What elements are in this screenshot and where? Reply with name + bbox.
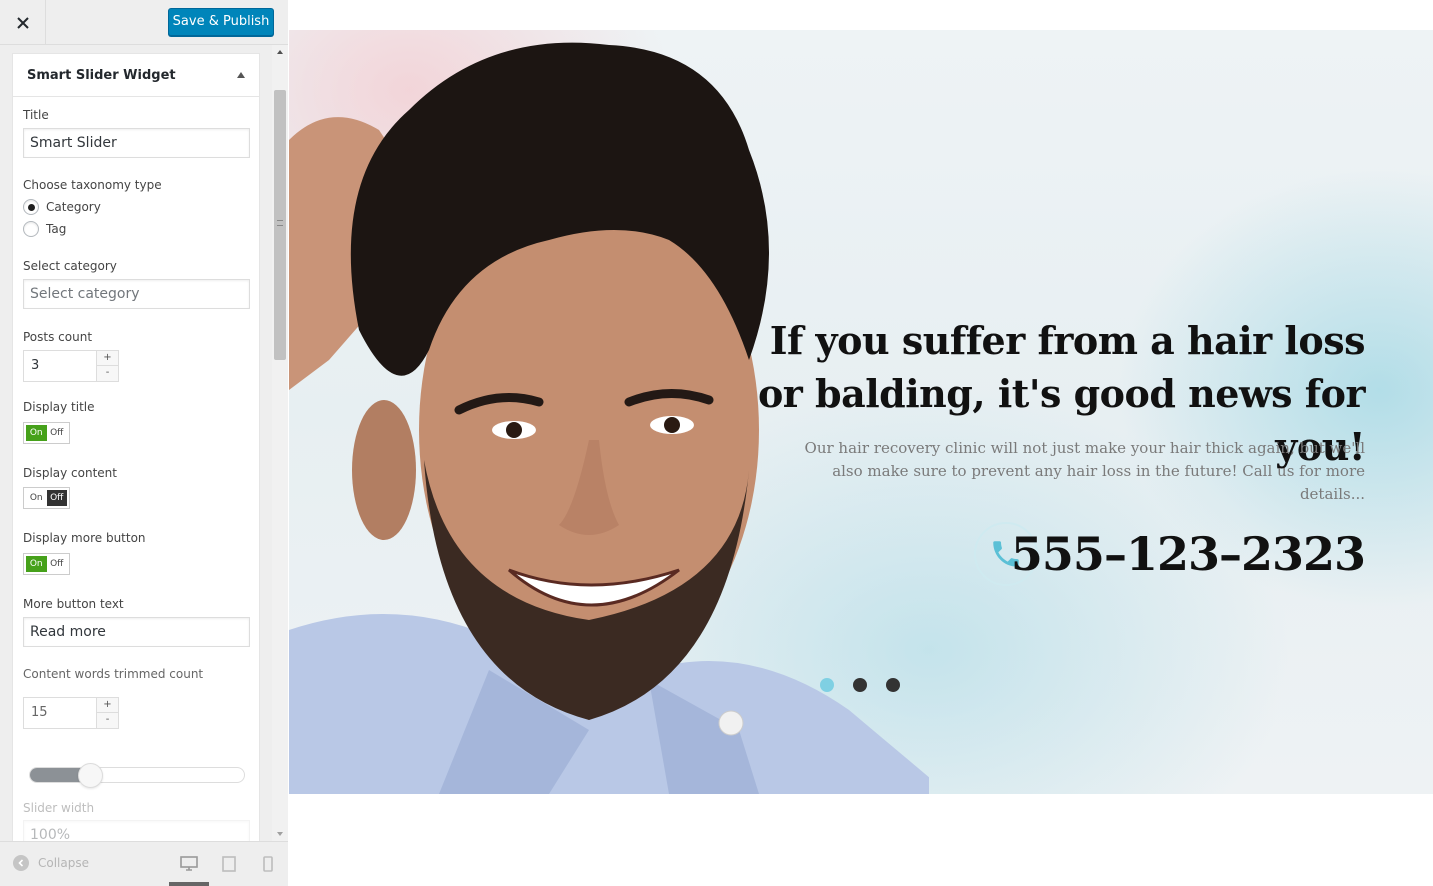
display-more-label: Display more button (23, 531, 146, 545)
display-content-toggle[interactable]: On Off (23, 487, 70, 509)
close-button[interactable] (0, 0, 46, 45)
mobile-icon[interactable] (259, 855, 277, 873)
smart-slider-widget: Smart Slider Widget Title Smart Slider C… (12, 53, 260, 841)
panel-footer: Collapse (0, 841, 288, 886)
display-content-label: Display content (23, 466, 117, 480)
hero-slide: If you suffer from a hair loss or baldin… (289, 30, 1433, 794)
category-select[interactable]: Select category (23, 279, 250, 309)
radio-tag[interactable]: Tag (23, 221, 66, 237)
panel-scroll-area: Smart Slider Widget Title Smart Slider C… (0, 45, 272, 841)
radio-button[interactable] (23, 199, 39, 215)
toggle-on: On (29, 493, 43, 503)
increment-button[interactable]: + (97, 351, 118, 366)
save-publish-button[interactable]: Save & Publish (168, 8, 274, 36)
toggle-off: Off (50, 428, 64, 438)
widget-title-bar[interactable]: Smart Slider Widget (13, 54, 259, 97)
phone-number: 555–123–2323 (1010, 527, 1366, 581)
title-label: Title (23, 108, 49, 122)
trim-count-value: 15 (31, 705, 48, 720)
display-title-label: Display title (23, 400, 95, 414)
posts-count-value: 3 (31, 358, 40, 373)
scroll-up-arrow-icon[interactable] (277, 50, 283, 54)
active-device-indicator (169, 882, 209, 886)
taxonomy-label: Choose taxonomy type (23, 178, 162, 192)
collapse-icon (13, 855, 29, 871)
slider-dot-1[interactable] (820, 678, 834, 692)
panel-header: Save & Publish (0, 0, 288, 45)
panel-scrollbar[interactable] (272, 45, 288, 841)
more-text-label: More button text (23, 597, 124, 611)
toggle-off: Off (50, 559, 64, 569)
spin-buttons: + - (96, 698, 118, 728)
slide-subtext: Our hair recovery clinic will not just m… (804, 439, 1365, 503)
scroll-grip-icon (277, 220, 283, 226)
collapse-label: Collapse (38, 856, 89, 870)
slider-width-input[interactable]: 100% (23, 820, 250, 841)
toggle-off: Off (46, 490, 67, 506)
scroll-down-arrow-icon[interactable] (277, 832, 283, 836)
range-handle[interactable] (78, 763, 103, 788)
toggle-on: On (26, 556, 47, 572)
increment-button[interactable]: + (97, 698, 118, 713)
collapse-arrow-icon[interactable] (237, 72, 245, 78)
category-label: Select category (23, 259, 117, 273)
slider-width-label: Slider width (23, 801, 95, 815)
slider-dot-2[interactable] (853, 678, 867, 692)
toggle-on: On (26, 425, 47, 441)
title-input[interactable]: Smart Slider (23, 128, 250, 158)
spin-buttons: + - (96, 351, 118, 381)
decrement-button[interactable]: - (97, 366, 118, 381)
posts-count-stepper[interactable]: 3 + - (23, 350, 119, 382)
widget-title: Smart Slider Widget (27, 67, 176, 83)
posts-count-label: Posts count (23, 330, 93, 344)
display-title-toggle[interactable]: On Off (23, 422, 70, 444)
radio-tag-label: Tag (46, 222, 67, 236)
close-icon (16, 16, 29, 29)
radio-category[interactable]: Category (23, 199, 101, 215)
site-preview: If you suffer from a hair loss or baldin… (289, 0, 1433, 886)
radio-category-label: Category (46, 200, 101, 214)
decrement-button[interactable]: - (97, 713, 118, 728)
more-text-input[interactable]: Read more (23, 617, 250, 647)
desktop-icon[interactable] (180, 855, 198, 873)
slider-dot-3[interactable] (886, 678, 900, 692)
display-more-toggle[interactable]: On Off (23, 553, 70, 575)
scroll-thumb[interactable] (274, 90, 286, 360)
collapse-button[interactable]: Collapse (13, 855, 89, 871)
trim-count-stepper[interactable]: 15 + - (23, 697, 119, 729)
slider-pagination (820, 678, 919, 692)
radio-dot (27, 203, 35, 211)
tablet-icon[interactable] (220, 855, 238, 873)
trim-count-label: Content words trimmed count (23, 667, 204, 681)
customizer-panel: Save & Publish Smart Slider Widget Title… (0, 0, 288, 886)
radio-button[interactable] (23, 221, 39, 237)
trim-range-slider[interactable] (29, 763, 245, 788)
